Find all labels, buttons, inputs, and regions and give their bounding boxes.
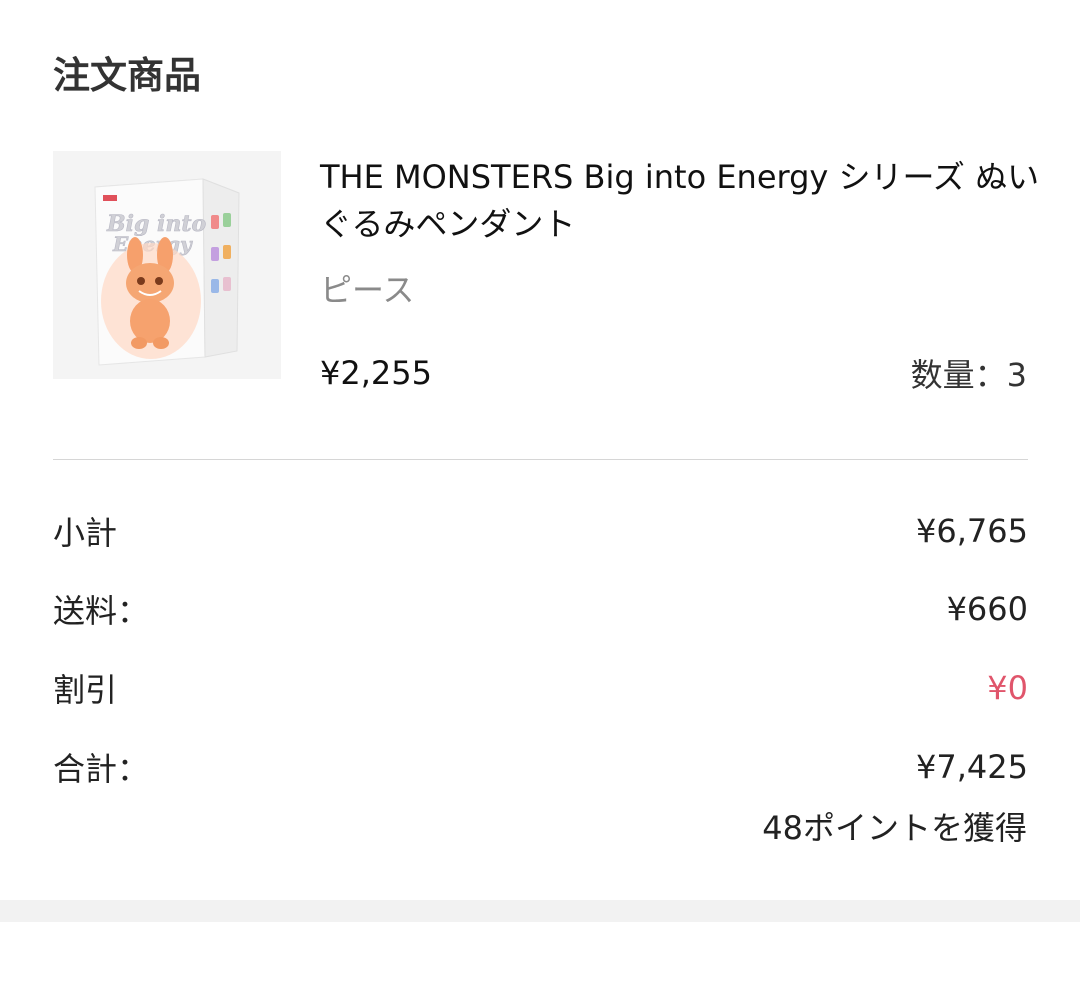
product-name[interactable]: THE MONSTERS Big into Energy シリーズ ぬいぐるみペ… (320, 154, 1040, 248)
total-value: ¥7,425 (916, 748, 1028, 786)
product-price: ¥2,255 (320, 354, 432, 392)
next-section-title-peek (53, 968, 213, 983)
points-earned: 48ポイントを獲得 (762, 809, 1027, 847)
subtotal-value: ¥6,765 (916, 512, 1028, 550)
shipping-value: ¥660 (946, 590, 1028, 628)
section-separator (0, 900, 1080, 922)
total-row: 合計： ¥7,425 (53, 744, 1028, 790)
shipping-row: 送料： ¥660 (53, 586, 1028, 632)
discount-value: ¥0 (987, 669, 1028, 707)
subtotal-label: 小計 (53, 514, 118, 552)
next-section-title-glyphs (53, 968, 213, 983)
product-variant: ピース (320, 271, 415, 309)
shipping-label: 送料： (53, 592, 150, 630)
order-items-page: 注文商品 Big into Energy (0, 0, 1080, 983)
subtotal-row: 小計 ¥6,765 (53, 508, 1028, 554)
section-title: 注文商品 (53, 54, 201, 97)
discount-label: 割引 (53, 671, 118, 709)
total-label: 合計： (53, 750, 150, 788)
divider (53, 459, 1028, 460)
product-image[interactable]: Big into Energy (53, 151, 281, 379)
discount-row: 割引 ¥0 (53, 665, 1028, 711)
product-box-illustration: Big into Energy (94, 178, 240, 366)
product-quantity: 数量：3 (910, 356, 1027, 394)
